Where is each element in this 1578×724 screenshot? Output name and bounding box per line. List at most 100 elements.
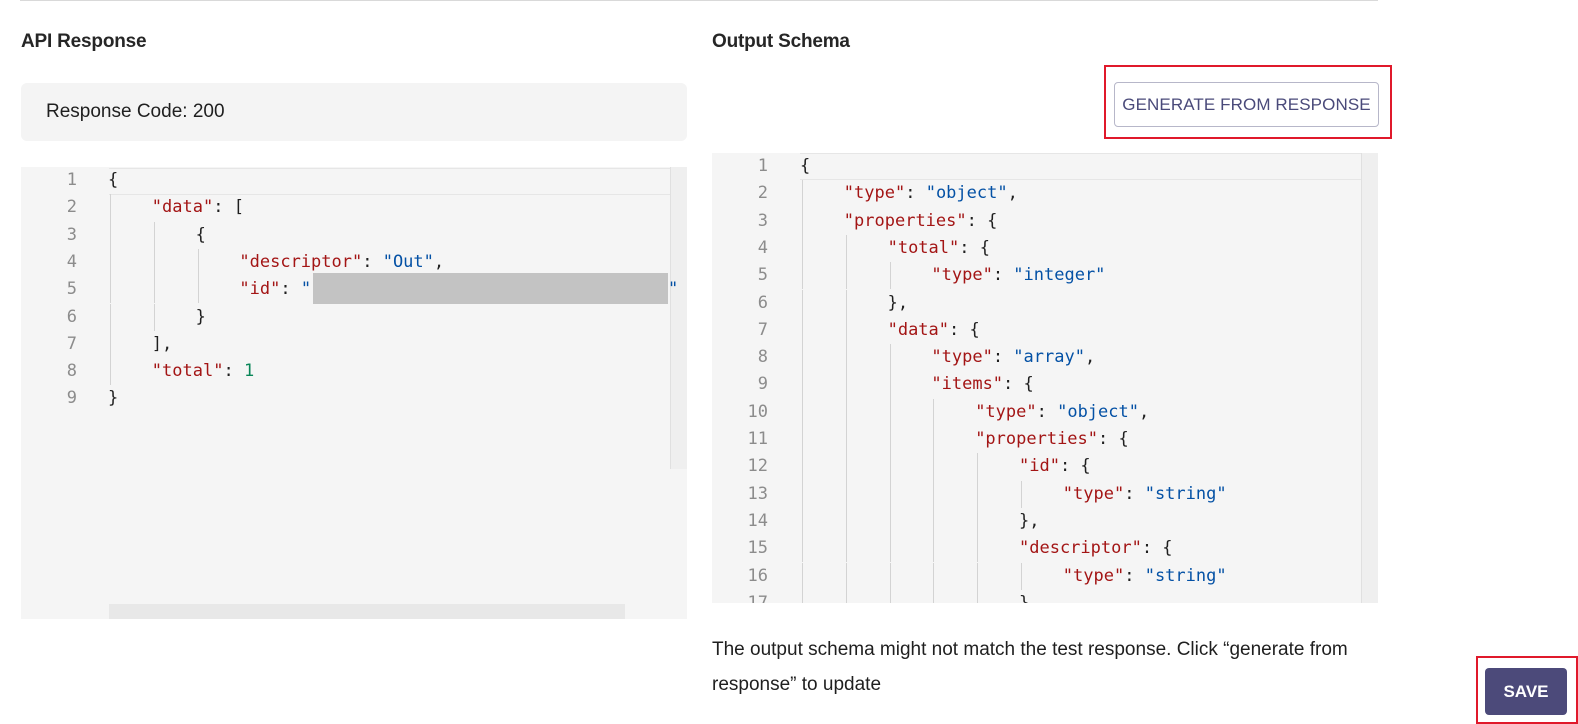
indent-guide <box>933 589 935 603</box>
line-number: 2 <box>66 197 77 218</box>
indent-guide <box>110 330 111 359</box>
indent-guide <box>845 234 847 263</box>
code-text: } <box>108 388 119 409</box>
indent-guide <box>110 303 111 331</box>
line-number: 8 <box>66 361 77 382</box>
indent-guide <box>802 589 803 603</box>
code-line: 10 "type": "object", <box>712 399 1378 426</box>
indent-guide <box>802 371 803 399</box>
indent-guide <box>933 507 935 536</box>
indent-guide <box>802 562 803 590</box>
code-text: "descriptor": "Out", <box>239 251 445 272</box>
indent-guide <box>153 221 155 249</box>
indent-guide <box>845 589 847 603</box>
indent-guide <box>802 426 803 454</box>
indent-guide <box>889 562 891 590</box>
line-number: 3 <box>757 210 768 231</box>
line-number: 8 <box>757 347 768 368</box>
api-response-editor[interactable]: 1{2 "data": [3{4 "descriptor": "Out", 5 "id"… <box>21 167 687 619</box>
code-line: 9 "items": { <box>712 371 1378 398</box>
indent-guide <box>802 507 803 536</box>
line-number: 4 <box>757 237 768 258</box>
code-text: "data": { <box>887 319 980 340</box>
indent-guide <box>845 480 847 508</box>
indent-guide <box>889 398 891 426</box>
code-text: "type": "string" <box>1062 483 1227 504</box>
indent-guide <box>802 207 803 235</box>
line-number: 3 <box>66 224 77 245</box>
indent-guide <box>802 180 803 208</box>
indent-guide <box>845 371 847 399</box>
indent-guide <box>845 535 847 563</box>
generate-button-highlight <box>1104 65 1392 139</box>
indent-guide <box>845 453 847 481</box>
line-number: 13 <box>747 483 768 504</box>
code-text: "type": "array", <box>931 347 1096 368</box>
code-text: "data": [ <box>151 197 244 218</box>
line-number: 12 <box>747 456 768 477</box>
line-number: 10 <box>747 401 768 422</box>
indent-guide <box>845 426 847 454</box>
code-line: 5 "type": "integer" <box>712 262 1378 289</box>
indent-guide <box>933 535 935 563</box>
line-number: 6 <box>66 306 77 327</box>
code-text: { <box>108 170 119 190</box>
code-text: "items": { <box>931 374 1034 395</box>
code-text: "properties": { <box>975 429 1129 449</box>
code-text: ], <box>151 333 173 354</box>
horizontal-scrollbar[interactable] <box>109 604 625 619</box>
line-number: 2 <box>757 183 768 204</box>
code-text: { <box>800 156 811 176</box>
indent-guide <box>802 316 803 345</box>
code-line: 7 "data": { <box>712 317 1378 344</box>
line-number: 1 <box>66 170 77 190</box>
top-divider <box>20 0 1378 1</box>
indent-guide <box>110 221 111 249</box>
line-number: 9 <box>757 374 768 395</box>
indent-guide <box>889 535 891 563</box>
code-line: 6}, <box>712 290 1378 317</box>
code-line: 8 "type": "array", <box>712 344 1378 371</box>
code-line: 3 "properties": { <box>712 208 1378 235</box>
indent-guide <box>153 303 155 331</box>
indent-guide <box>933 480 935 508</box>
indent-guide <box>110 358 111 386</box>
line-number: 14 <box>747 510 768 531</box>
line-number: 5 <box>757 265 768 286</box>
indent-guide <box>110 194 111 222</box>
indent-guide <box>889 480 891 508</box>
code-line: 16 "type": "string" <box>712 563 1378 590</box>
indent-guide <box>110 276 111 304</box>
indent-guide <box>977 453 979 481</box>
line-number: 17 <box>747 592 768 603</box>
redacted-id-value <box>313 273 668 304</box>
api-response-title: API Response <box>21 31 147 52</box>
indent-guide <box>845 316 847 345</box>
response-code-label: Response Code: 200 <box>46 101 225 122</box>
indent-guide <box>802 234 803 263</box>
line-number: 15 <box>747 538 768 559</box>
indent-guide <box>197 248 199 277</box>
code-text: } <box>195 306 206 327</box>
output-schema-editor[interactable]: 1{2 "type": "object", 3 "properties": {4 "to… <box>712 153 1378 603</box>
code-text: "type": "object", <box>975 401 1150 422</box>
code-text: "type": "integer" <box>931 265 1106 286</box>
indent-guide <box>889 262 891 290</box>
code-text: { <box>195 224 206 245</box>
code-line: 7], <box>21 331 687 358</box>
indent-guide <box>933 426 935 454</box>
code-line: 13 "type": "string" <box>712 481 1378 508</box>
indent-guide <box>889 453 891 481</box>
indent-guide <box>802 480 803 508</box>
indent-guide <box>802 289 803 317</box>
line-number: 16 <box>747 565 768 586</box>
indent-guide <box>977 562 979 590</box>
code-line: 8 "total": 1 <box>21 358 687 385</box>
code-text: }, <box>1019 510 1040 531</box>
line-number: 1 <box>757 156 768 176</box>
code-text: "type": "object", <box>843 183 1018 204</box>
indent-guide <box>153 276 155 304</box>
code-line: 4 "descriptor": "Out", <box>21 249 687 276</box>
save-button-highlight <box>1476 656 1578 724</box>
code-line: 2 "data": [ <box>21 194 687 221</box>
